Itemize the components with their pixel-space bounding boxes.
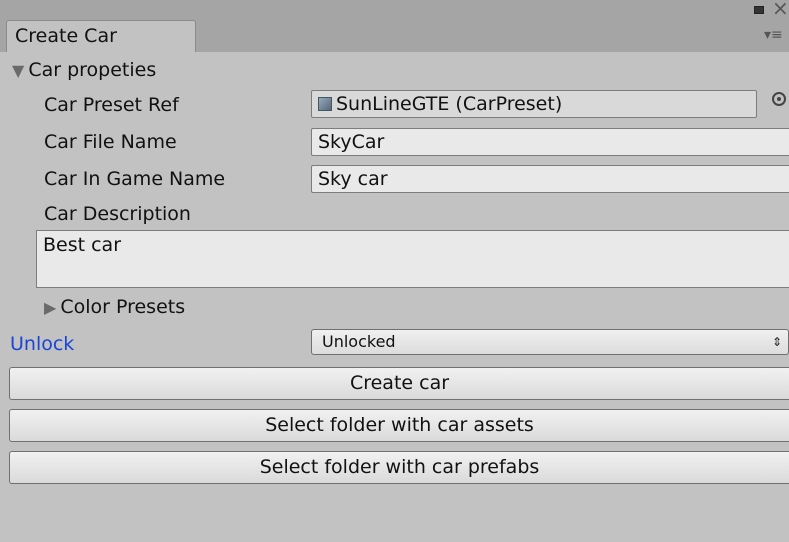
car-preset-asset-icon <box>318 97 332 111</box>
dropdown-arrows-icon: ⇕ <box>771 335 782 349</box>
create-car-button[interactable]: Create car <box>9 367 789 400</box>
select-assets-folder-button[interactable]: Select folder with car assets <box>9 409 789 442</box>
close-icon[interactable]: × <box>772 0 789 18</box>
unlock-selected-value: Unlocked <box>322 332 396 351</box>
window-menu-icon[interactable]: ▾≡ <box>764 28 783 42</box>
car-in-game-name-field[interactable]: Sky car <box>311 165 789 193</box>
car-in-game-name-value: Sky car <box>318 168 388 190</box>
color-presets-foldout[interactable]: ▶ Color Presets <box>44 295 185 320</box>
car-in-game-name-label: Car In Game Name <box>44 168 226 190</box>
tab-create-car[interactable]: Create Car <box>6 20 196 52</box>
car-properties-header: Car propeties <box>28 59 157 81</box>
car-properties-foldout[interactable]: ▼ Car propeties <box>12 58 156 83</box>
car-preset-ref-field[interactable]: SunLineGTE (CarPreset) <box>311 90 757 118</box>
object-picker-icon[interactable] <box>772 92 786 106</box>
foldout-closed-icon: ▶ <box>44 298 57 317</box>
car-preset-ref-label: Car Preset Ref <box>44 94 179 116</box>
tab-title: Create Car <box>15 25 117 47</box>
select-prefabs-folder-button[interactable]: Select folder with car prefabs <box>9 451 789 484</box>
foldout-open-icon: ▼ <box>12 61 25 80</box>
car-file-name-value: SkyCar <box>318 131 385 153</box>
car-description-value: Best car <box>43 234 122 256</box>
car-file-name-label: Car File Name <box>44 131 177 153</box>
car-file-name-field[interactable]: SkyCar <box>311 128 789 156</box>
car-description-textarea[interactable]: Best car <box>36 230 789 288</box>
car-preset-ref-value: SunLineGTE (CarPreset) <box>336 93 563 115</box>
car-description-label: Car Description <box>44 203 191 225</box>
unlock-label: Unlock <box>10 333 75 355</box>
maximize-icon[interactable] <box>754 6 764 14</box>
window-topbar: Create Car × ▾≡ <box>0 0 789 52</box>
unlock-dropdown[interactable]: Unlocked ⇕ <box>311 329 789 355</box>
color-presets-label: Color Presets <box>60 296 186 318</box>
create-car-window: Create Car × ▾≡ ▼ Car propeties Car Prese… <box>0 0 789 542</box>
